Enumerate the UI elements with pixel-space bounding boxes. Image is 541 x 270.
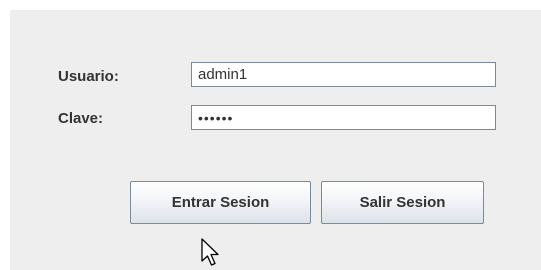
password-label: Clave: <box>58 110 104 127</box>
login-button[interactable]: Entrar Sesion <box>130 181 311 224</box>
arrow-pointer-icon <box>201 238 219 266</box>
password-field[interactable] <box>191 105 496 130</box>
login-panel <box>10 10 541 270</box>
user-label: Usuario: <box>58 68 119 85</box>
logout-button[interactable]: Salir Sesion <box>321 181 484 224</box>
user-field[interactable] <box>191 62 496 87</box>
